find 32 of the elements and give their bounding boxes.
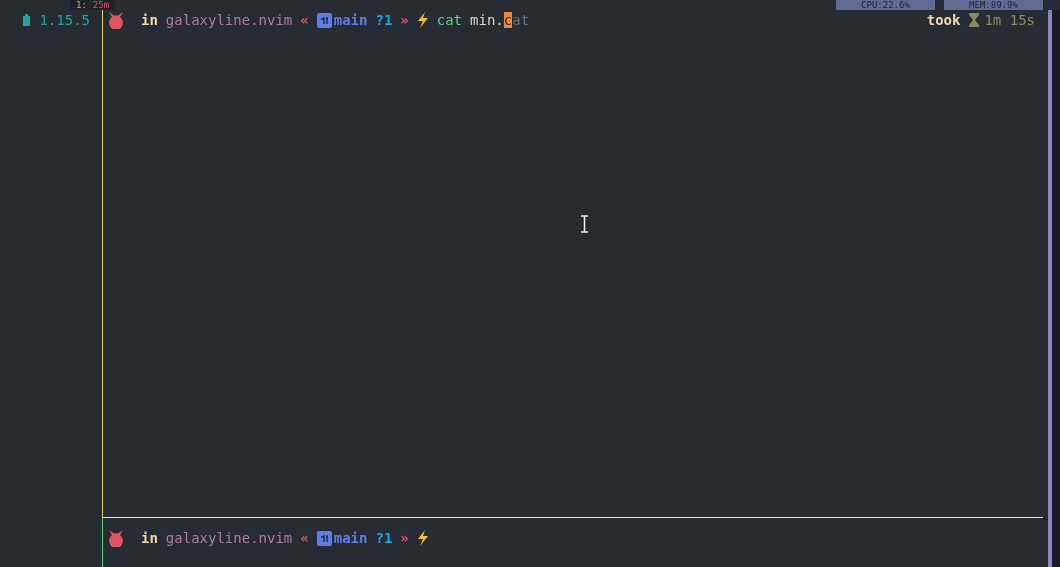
branch-name: main (333, 530, 368, 546)
devil-icon (107, 529, 125, 547)
session-tab[interactable]: 1: 25m (70, 0, 116, 10)
devil-icon (107, 11, 125, 29)
bracket: « (300, 530, 309, 546)
text-cursor: c (503, 12, 513, 28)
jar-icon (22, 14, 32, 26)
command: cat (436, 12, 463, 28)
directory-name: galaxyline.nvim (165, 12, 293, 28)
duration: 1m 15s (984, 12, 1035, 28)
bracket: » (400, 12, 409, 28)
command-argument: min. (470, 12, 504, 28)
git-icon (316, 530, 332, 546)
scrollbar[interactable] (1048, 10, 1052, 567)
autosuggestion: at (512, 12, 530, 28)
git-status: ?1 (375, 530, 393, 546)
in-label: in (141, 12, 158, 28)
version-label: 1.15.5 (39, 12, 90, 28)
git-status: ?1 (375, 12, 393, 28)
text-cursor-icon (580, 215, 589, 233)
bracket: » (400, 530, 409, 546)
memory-usage: MEM:89.9% (944, 0, 1043, 10)
took-label: took (926, 12, 961, 28)
directory-name: galaxyline.nvim (165, 530, 293, 546)
hourglass-icon (968, 12, 981, 28)
lightning-icon (416, 530, 429, 546)
in-label: in (141, 530, 158, 546)
branch-name: main (333, 12, 368, 28)
lightning-icon (416, 12, 429, 28)
git-icon (316, 12, 332, 28)
cpu-usage: CPU:22.6% (836, 0, 935, 10)
bracket: « (300, 12, 309, 28)
